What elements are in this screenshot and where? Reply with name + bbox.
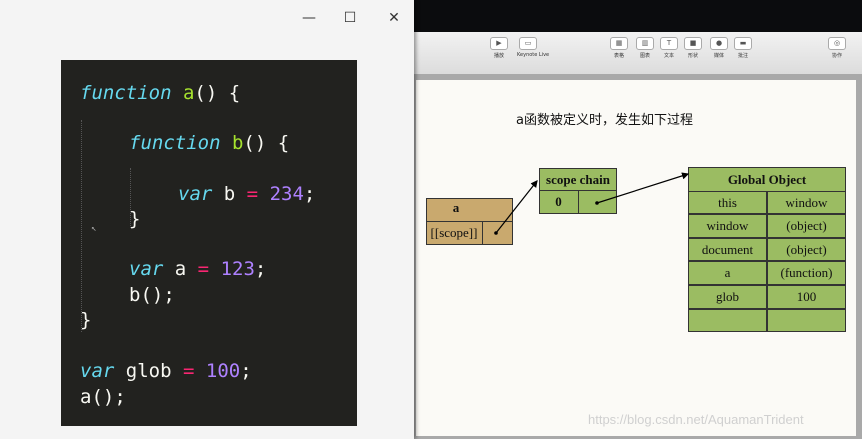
code-token: var — [178, 183, 213, 205]
code-token: ; — [303, 183, 316, 205]
code-token: glob — [114, 360, 183, 382]
code-token: 234 — [269, 183, 304, 205]
code-line: var a = 123; — [129, 258, 266, 280]
code-line: function a() { — [80, 82, 240, 104]
code-line: } — [80, 309, 91, 331]
close-icon[interactable]: ✕ — [386, 10, 402, 26]
code-token: = — [197, 258, 210, 280]
code-token: a(); — [80, 386, 126, 408]
code-line: var b = 234; — [178, 183, 315, 205]
code-line: function b() { — [129, 132, 289, 154]
code-view[interactable]: ↖ function a() {function b() {var b = 23… — [61, 60, 357, 426]
code-token: () { — [243, 132, 290, 154]
code-token: ; — [254, 258, 267, 280]
code-line: } — [129, 208, 140, 230]
code-token: a — [182, 82, 195, 104]
code-token: var — [80, 360, 115, 382]
code-window: — ☐ ✕ ↖ function a() {function b() {var … — [0, 0, 414, 439]
code-token: = — [182, 360, 195, 382]
code-token: b(); — [129, 284, 175, 306]
code-token: () { — [194, 82, 241, 104]
code-token: 123 — [220, 258, 255, 280]
code-token: } — [129, 208, 141, 230]
code-token: b — [231, 132, 244, 154]
code-token: = — [246, 183, 259, 205]
code-line: b(); — [129, 284, 175, 306]
code-token: function — [80, 82, 172, 104]
code-token: a — [163, 258, 198, 280]
code-token: b — [212, 183, 247, 205]
code-token: } — [80, 309, 92, 331]
maximize-icon[interactable]: ☐ — [342, 10, 358, 26]
mouse-cursor-icon: ↖ — [91, 224, 97, 234]
code-line: a(); — [80, 386, 126, 408]
minimize-icon[interactable]: — — [301, 10, 317, 26]
code-token: ; — [240, 360, 252, 382]
code-token: 100 — [205, 360, 241, 382]
code-token: function — [129, 132, 221, 154]
code-token: var — [129, 258, 164, 280]
watermark: https://blog.csdn.net/AquamanTrident — [588, 412, 804, 427]
code-line: var glob = 100; — [80, 360, 252, 382]
indent-guide — [81, 120, 82, 332]
